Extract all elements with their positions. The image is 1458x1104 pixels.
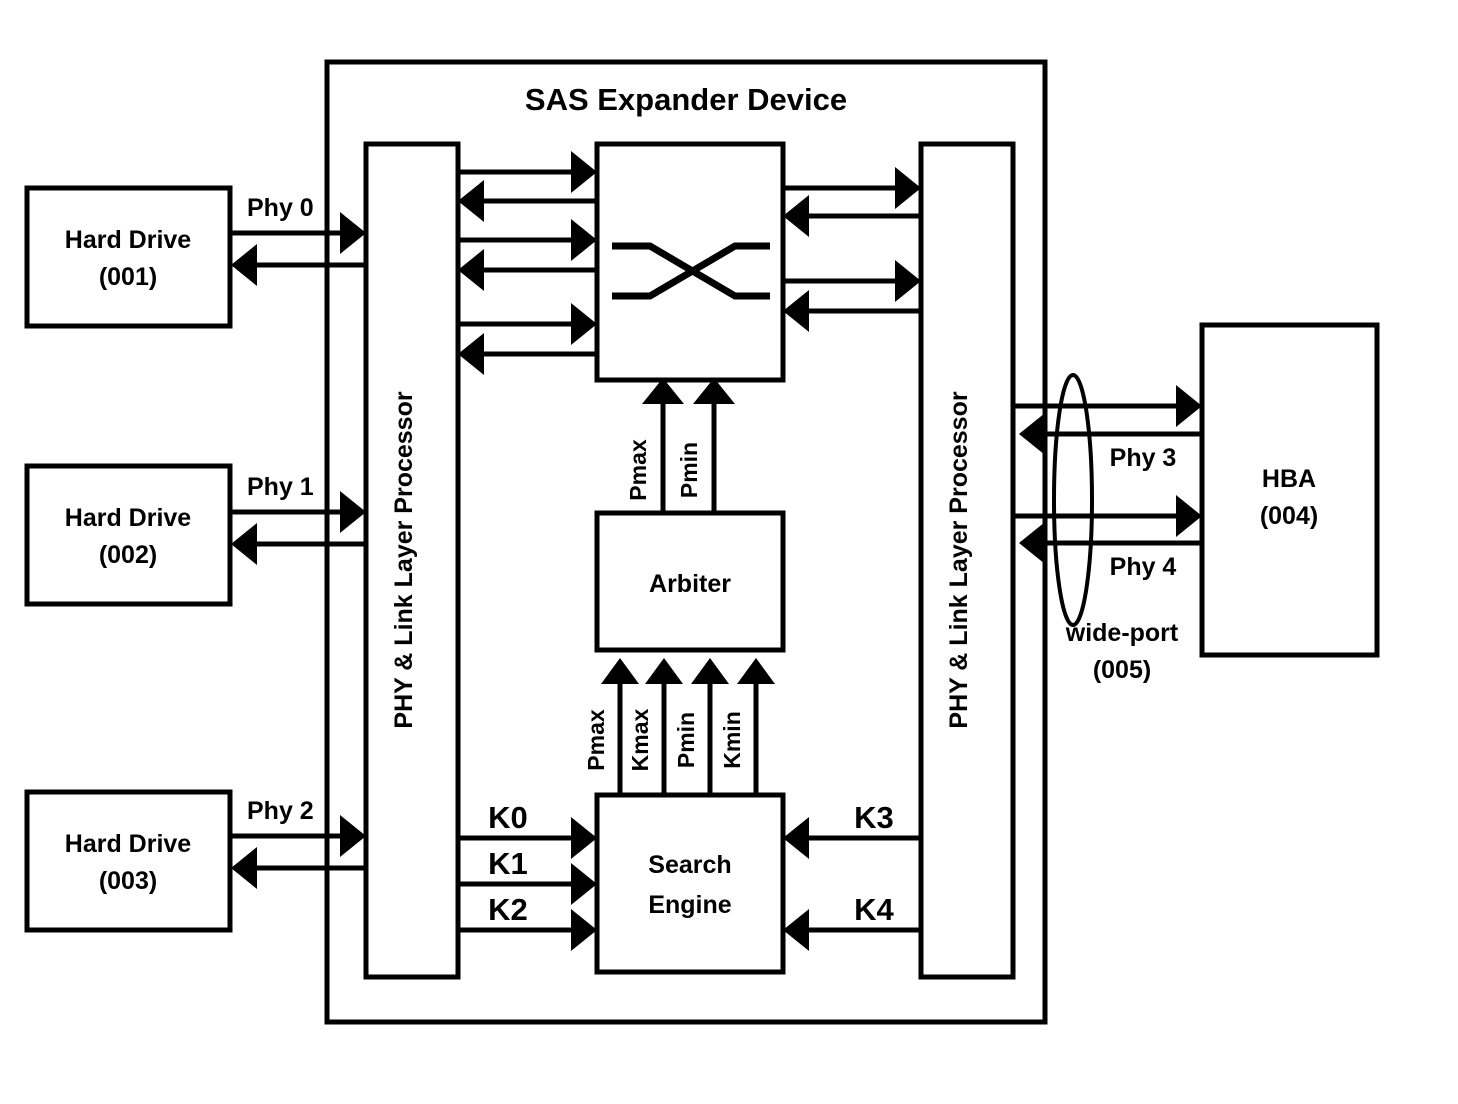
hard-drive-001-name: Hard Drive [65,226,192,254]
arrowhead-left [1019,522,1045,564]
arrowhead-right [571,909,597,951]
phy4-link: Phy 4 [1013,495,1202,581]
arrowhead-right [340,212,366,254]
signal-k3: K3 [854,800,894,835]
phy2-link: Phy 2 [230,797,366,889]
signal-pmax-arbiter: Pmax [625,439,651,501]
right-phy-processor-label: PHY & Link Layer Processor [945,391,973,728]
arrowhead-right [340,491,366,533]
arrowhead-right [895,260,921,302]
hard-drive-002-id: (002) [99,541,157,569]
arrowhead-right [340,815,366,857]
wide-port-id: (005) [1093,656,1151,684]
phy1-label: Phy 1 [247,473,314,501]
hard-drive-001-box [24,185,233,329]
phy4-label: Phy 4 [1110,553,1177,581]
arrowhead-right [571,151,597,193]
phy3-label: Phy 3 [1110,444,1177,472]
arrowhead-right [1176,385,1202,427]
hard-drive-003-name: Hard Drive [65,830,192,858]
arrowhead-left [458,180,484,222]
search-engine-box [594,792,786,975]
page-title: SAS Expander Device [525,82,847,117]
arrowhead-right [571,817,597,859]
arrowhead-left [231,523,257,565]
phy1-link: Phy 1 [230,473,366,565]
phy0-link: Phy 0 [230,194,366,286]
arrowhead-left [1019,413,1045,455]
right-k-signal-links: K3 K4 [783,800,921,951]
signal-k2: K2 [488,892,528,927]
left-phy-processor-label: PHY & Link Layer Processor [390,391,418,728]
phy0-label: Phy 0 [247,194,314,222]
search-engine-label-line2: Engine [648,891,731,919]
arrowhead-left [458,333,484,375]
hba-id: (004) [1260,502,1318,530]
arrowhead-left [231,847,257,889]
crossbar-right-phy-links [783,167,921,332]
phy3-link: Phy 3 [1013,385,1202,472]
hard-drive-003-id: (003) [99,867,157,895]
search-engine-to-arbiter-links: Pmax Kmax Pmin Kmin [583,658,775,795]
arrowhead-left [783,817,809,859]
arrowhead-right [571,219,597,261]
hard-drive-003-box [24,789,233,933]
arrowhead-right [571,863,597,905]
signal-kmin-search: Kmin [719,711,745,769]
hard-drive-001-id: (001) [99,263,157,291]
signal-kmax-search: Kmax [627,708,653,771]
arrowhead-left [783,290,809,332]
diagram-canvas: SAS Expander Device Hard Drive (001) Har… [24,59,1380,1025]
arrowhead-right [1176,495,1202,537]
signal-k0: K0 [488,800,528,835]
signal-pmax-search: Pmax [583,709,609,771]
wide-port-ellipse [1052,373,1094,627]
signal-pmin-search: Pmin [673,712,699,768]
left-k-signal-links: K0 K1 K2 [458,800,597,951]
hard-drive-002-box [24,463,233,607]
arrowhead-left [783,909,809,951]
arrowhead-up [691,658,729,684]
arrowhead-left [783,195,809,237]
phy2-label: Phy 2 [247,797,314,825]
signal-pmin-arbiter: Pmin [676,442,702,498]
sas-expander-diagram: SAS Expander Device Hard Drive (001) Har… [0,0,1458,1104]
wide-port-label: wide-port [1065,619,1179,647]
arrowhead-right [895,167,921,209]
signal-k1: K1 [488,846,528,881]
hba-name: HBA [1262,465,1316,493]
arbiter-to-crossbar-links: Pmax Pmin [625,378,735,513]
arrowhead-up [645,658,683,684]
left-phy-crossbar-links [458,151,597,375]
arrowhead-left [458,249,484,291]
search-engine-label-line1: Search [648,851,731,879]
arbiter-label: Arbiter [649,570,731,598]
arrowhead-right [571,303,597,345]
signal-k4: K4 [854,892,894,927]
crossbar-switch-box [594,141,786,383]
arrowhead-up [601,658,639,684]
arrowhead-left [231,244,257,286]
arrowhead-up [737,658,775,684]
hard-drive-002-name: Hard Drive [65,504,192,532]
